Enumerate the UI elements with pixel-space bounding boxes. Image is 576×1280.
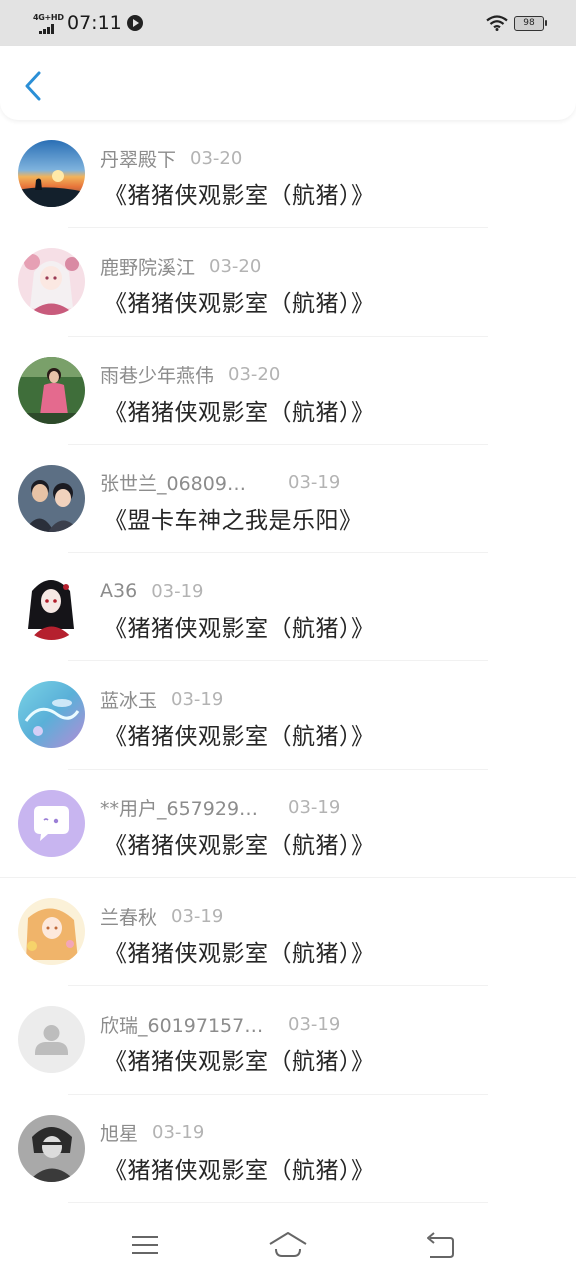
message-date: 03-20 <box>190 147 243 169</box>
message-date: 03-19 <box>171 688 224 710</box>
message-title: 《猪猪侠观影室（航猪）》 <box>104 291 375 318</box>
avatar[interactable] <box>18 464 85 532</box>
avatar[interactable] <box>18 140 85 207</box>
clock: 07:11 <box>67 12 122 34</box>
avatar[interactable] <box>18 573 85 641</box>
user-name: 蓝冰玉 <box>100 689 158 712</box>
user-name: 丹翠殿下 <box>100 148 177 171</box>
network-type: 4G+HD <box>33 13 64 22</box>
avatar-anime-girl-red-image <box>18 573 85 641</box>
media-playing-icon <box>126 15 143 31</box>
message-title: 《猪猪侠观影室（航猪）》 <box>104 724 375 751</box>
message-title: 《猪猪侠观影室（航猪）》 <box>104 832 375 859</box>
list-item[interactable]: 旭星 03-19 《猪猪侠观影室（航猪）》 <box>0 1095 576 1203</box>
message-date: 03-19 <box>171 905 224 927</box>
message-title: 《猪猪侠观影室（航猪）》 <box>104 399 375 426</box>
avatar[interactable] <box>18 1114 85 1182</box>
avatar-anime-girl-gold-image <box>18 898 85 966</box>
system-nav-bar <box>0 1212 576 1280</box>
list-item[interactable]: 鹿野院溪江 03-20 《猪猪侠观影室（航猪）》 <box>0 228 576 337</box>
avatar[interactable] <box>18 681 85 749</box>
chevron-left-icon <box>25 71 41 101</box>
message-title: 《猪猪侠观影室（航猪）》 <box>104 941 375 968</box>
default-user-icon <box>18 1006 85 1074</box>
user-name: 鹿野院溪江 <box>100 256 196 279</box>
message-title: 《猪猪侠观影室（航猪）》 <box>104 1157 375 1184</box>
message-title: 《猪猪侠观影室（航猪）》 <box>104 616 375 643</box>
message-date: 03-19 <box>288 1013 341 1035</box>
nav-back-button[interactable] <box>420 1228 460 1262</box>
list-item[interactable]: 兰春秋 03-19 《猪猪侠观影室（航猪）》 <box>0 878 576 987</box>
message-list: 丹翠殿下 03-20 《猪猪侠观影室（航猪）》 鹿野院溪江 03-20 《猪猪侠… <box>0 120 576 1203</box>
list-item[interactable]: 欣瑞_60197157… 03-19 《猪猪侠观影室（航猪）》 <box>0 986 576 1095</box>
user-name: 张世兰_06809… <box>100 473 246 496</box>
avatar[interactable] <box>18 898 85 966</box>
back-button[interactable] <box>16 66 50 106</box>
menu-button[interactable] <box>125 1228 165 1262</box>
avatar-anime-boy-gray-image <box>18 1114 85 1182</box>
screen: 4G+HD 07:11 98 丹翠殿下 03-20 《猪猪侠观影室（航猪）》 鹿… <box>0 0 576 1280</box>
status-bar: 4G+HD 07:11 98 <box>0 0 576 46</box>
avatar[interactable] <box>18 248 85 316</box>
wifi-icon <box>486 15 508 31</box>
menu-icon <box>132 1236 158 1254</box>
message-date: 03-19 <box>288 797 341 819</box>
avatar-ocean-illustration-image <box>18 681 85 749</box>
avatar-sunset-image <box>18 140 85 207</box>
user-name: 旭星 <box>100 1123 139 1146</box>
avatar[interactable] <box>18 356 85 424</box>
user-name: 兰春秋 <box>100 906 158 929</box>
chat-bubble-icon <box>18 789 85 857</box>
avatar-girl-photo-image <box>18 356 85 424</box>
home-button[interactable] <box>268 1228 308 1262</box>
message-title: 《猪猪侠观影室（航猪）》 <box>104 183 375 209</box>
message-date: 03-19 <box>288 472 341 494</box>
message-date: 03-19 <box>152 1122 205 1144</box>
message-date: 03-20 <box>228 364 281 386</box>
message-title: 《猪猪侠观影室（航猪）》 <box>104 1049 375 1076</box>
avatar-couple-photo-image <box>18 464 85 532</box>
list-item[interactable]: 张世兰_06809… 03-19 《盟卡车神之我是乐阳》 <box>0 445 576 554</box>
avatar[interactable] <box>18 1006 85 1074</box>
user-name: 欣瑞_60197157… <box>100 1014 264 1037</box>
header-bar <box>0 46 576 120</box>
cellular-signal-icon: 4G+HD <box>33 11 65 35</box>
back-arrow-icon <box>427 1232 454 1258</box>
message-date: 03-19 <box>151 580 204 602</box>
home-icon <box>269 1232 307 1257</box>
user-name: 雨巷少年燕伟 <box>100 365 215 388</box>
divider <box>68 1201 488 1203</box>
list-item[interactable]: A36 03-19 《猪猪侠观影室（航猪）》 <box>0 553 576 662</box>
list-item[interactable]: 蓝冰玉 03-19 《猪猪侠观影室（航猪）》 <box>0 661 576 770</box>
message-title: 《盟卡车神之我是乐阳》 <box>104 507 363 534</box>
list-item[interactable]: 丹翠殿下 03-20 《猪猪侠观影室（航猪）》 <box>0 120 576 229</box>
avatar-anime-girl-pink-image <box>18 248 85 316</box>
avatar[interactable] <box>18 789 85 857</box>
list-item[interactable]: 雨巷少年燕伟 03-20 《猪猪侠观影室（航猪）》 <box>0 337 576 445</box>
list-item[interactable]: **用户_657929… 03-19 《猪猪侠观影室（航猪）》 <box>0 770 576 879</box>
battery-icon: 98 <box>514 15 547 31</box>
message-date: 03-20 <box>209 255 262 277</box>
user-name: **用户_657929… <box>100 798 259 821</box>
user-name: A36 <box>100 580 138 603</box>
